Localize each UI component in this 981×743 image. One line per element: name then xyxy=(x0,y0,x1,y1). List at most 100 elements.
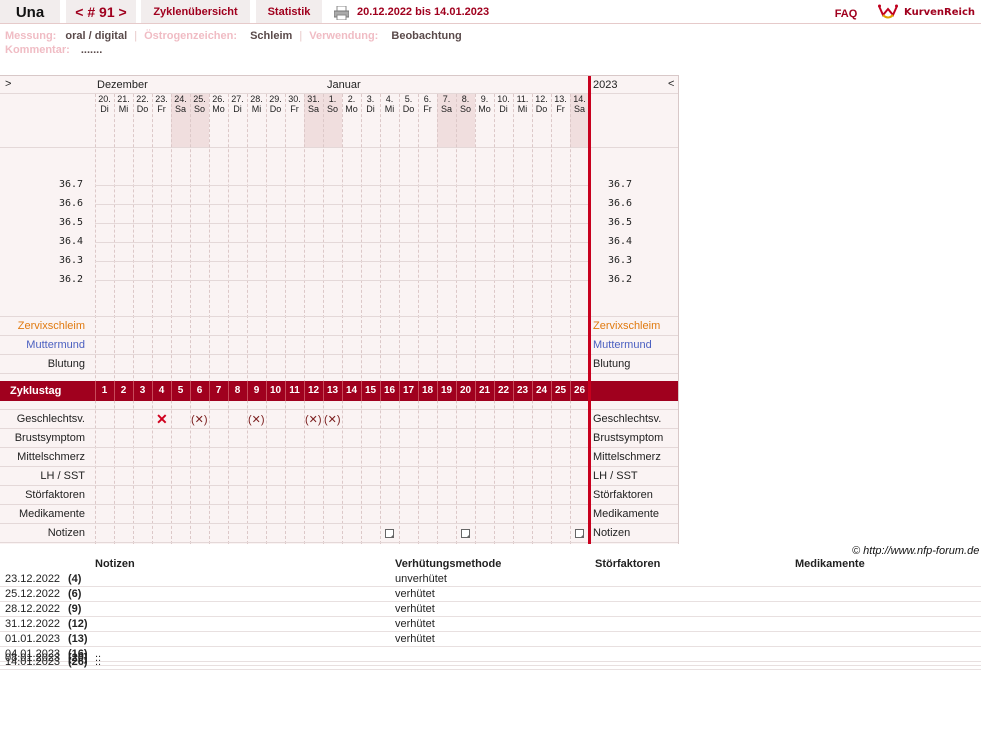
table-row: 28.12.2022 (9) verhütet xyxy=(0,602,981,617)
row-line xyxy=(0,504,679,505)
day-header[interactable]: 26. Mo xyxy=(209,94,228,114)
current-day-line xyxy=(588,75,591,544)
cycle-day[interactable]: 22 xyxy=(494,381,513,401)
tab-cycle-overview[interactable]: Zyklenübersicht xyxy=(141,0,250,24)
left-arrow[interactable]: > xyxy=(5,78,11,90)
day-header[interactable]: 2. Mo xyxy=(342,94,361,114)
cycle-day[interactable]: 12 xyxy=(304,381,323,401)
grid-vline xyxy=(247,94,248,544)
day-header[interactable]: 20. Di xyxy=(95,94,114,114)
cycle-day[interactable]: 8 xyxy=(228,381,247,401)
cycle-day[interactable]: 13 xyxy=(323,381,342,401)
intercourse-protected-mark[interactable]: (✕) xyxy=(248,413,265,426)
day-header[interactable]: 25. So xyxy=(190,94,209,114)
intercourse-protected-mark[interactable]: (✕) xyxy=(305,413,322,426)
day-header[interactable]: 23. Fr xyxy=(152,94,171,114)
col-method: Verhütungsmethode xyxy=(395,558,502,570)
day-header[interactable]: 10. Di xyxy=(494,94,513,114)
cycle-day[interactable]: 18 xyxy=(418,381,437,401)
right-arrow[interactable]: < xyxy=(668,78,674,90)
logo-text: KurvenReich xyxy=(904,6,976,18)
day-header[interactable]: 6. Fr xyxy=(418,94,437,114)
cycle-day-divider xyxy=(570,381,571,401)
day-date: 8. xyxy=(461,94,470,104)
day-header[interactable]: 1. So xyxy=(323,94,342,114)
temp-tick-left: 36.3 xyxy=(59,255,84,266)
grid-vline xyxy=(399,94,400,544)
temp-tick-left: 36.4 xyxy=(59,236,84,247)
cycle-day[interactable]: 15 xyxy=(361,381,380,401)
day-header[interactable]: 12. Do xyxy=(532,94,551,114)
usage-value: Beobachtung xyxy=(391,30,462,42)
row-label: LH / SST xyxy=(40,470,85,482)
cycle-day[interactable]: 17 xyxy=(399,381,418,401)
cycle-navigator[interactable]: < # 91 > xyxy=(66,0,136,24)
cycle-day[interactable]: 26 xyxy=(570,381,589,401)
table-row: 01.01.2023 (13) verhütet xyxy=(0,632,981,647)
cycle-day-divider xyxy=(133,381,134,401)
cycle-day[interactable]: 14 xyxy=(342,381,361,401)
cycle-day[interactable]: 7 xyxy=(209,381,228,401)
day-header[interactable]: 27. Di xyxy=(228,94,247,114)
day-header[interactable]: 7. Sa xyxy=(437,94,456,114)
day-header[interactable]: 28. Mi xyxy=(247,94,266,114)
day-header[interactable]: 13. Fr xyxy=(551,94,570,114)
cycle-day[interactable]: 24 xyxy=(532,381,551,401)
day-header[interactable]: 4. Mi xyxy=(380,94,399,114)
cycle-day[interactable]: 2 xyxy=(114,381,133,401)
cycle-day[interactable]: 3 xyxy=(133,381,152,401)
temp-gridline xyxy=(95,242,588,243)
blutung-label: Blutung xyxy=(47,358,85,370)
day-header[interactable]: 29. Do xyxy=(266,94,285,114)
temp-gridline xyxy=(95,280,588,281)
cycle-day[interactable]: 10 xyxy=(266,381,285,401)
day-date: 9. xyxy=(480,94,489,104)
day-header[interactable]: 30. Fr xyxy=(285,94,304,114)
cycle-day-divider xyxy=(361,381,362,401)
tab-statistics[interactable]: Statistik xyxy=(256,0,322,24)
cycle-day[interactable]: 23 xyxy=(513,381,532,401)
day-date: 31. xyxy=(307,94,320,104)
grid-vline xyxy=(133,94,134,544)
printer-icon[interactable] xyxy=(333,5,350,20)
intercourse-protected-mark[interactable]: (✕) xyxy=(324,413,341,426)
day-header[interactable]: 14. Sa xyxy=(570,94,589,114)
grid-vline xyxy=(494,94,495,544)
cycle-day[interactable]: 11 xyxy=(285,381,304,401)
day-header[interactable]: 3. Di xyxy=(361,94,380,114)
cycle-day[interactable]: 21 xyxy=(475,381,494,401)
note-icon[interactable] xyxy=(385,529,394,538)
cycle-day[interactable]: 25 xyxy=(551,381,570,401)
intercourse-protected-mark[interactable]: (✕) xyxy=(191,413,208,426)
cycle-day[interactable]: 1 xyxy=(95,381,114,401)
day-date: 20. xyxy=(98,94,111,104)
day-header[interactable]: 21. Mi xyxy=(114,94,133,114)
cycle-day[interactable]: 9 xyxy=(247,381,266,401)
note-method: verhütet xyxy=(395,603,435,615)
cycle-day[interactable]: 6 xyxy=(190,381,209,401)
row-line xyxy=(0,428,679,429)
day-header[interactable]: 8. So xyxy=(456,94,475,114)
note-icon[interactable] xyxy=(461,529,470,538)
cycle-day[interactable]: 20 xyxy=(456,381,475,401)
note-icon[interactable] xyxy=(575,529,584,538)
day-date: 10. xyxy=(497,94,510,104)
cycle-day[interactable]: 5 xyxy=(171,381,190,401)
cycle-day[interactable]: 19 xyxy=(437,381,456,401)
logo[interactable]: KurvenReich xyxy=(878,0,981,24)
cycle-day[interactable]: 16 xyxy=(380,381,399,401)
day-header[interactable]: 9. Mo xyxy=(475,94,494,114)
note-date: 14.01.2023 xyxy=(5,656,61,668)
intercourse-unprotected-mark[interactable]: ✕ xyxy=(156,411,168,428)
day-header[interactable]: 5. Do xyxy=(399,94,418,114)
day-header[interactable]: 22. Do xyxy=(133,94,152,114)
day-weekday: Sa xyxy=(440,104,452,114)
day-weekday: Sa xyxy=(174,104,186,114)
day-header[interactable]: 24. Sa xyxy=(171,94,190,114)
day-header[interactable]: 31. Sa xyxy=(304,94,323,114)
day-header[interactable]: 11. Mi xyxy=(513,94,532,114)
cycle-day[interactable]: 4 xyxy=(152,381,171,401)
chart-border xyxy=(678,75,679,544)
day-weekday: Fr xyxy=(556,104,565,114)
note-date: 01.01.2023 xyxy=(5,633,61,645)
